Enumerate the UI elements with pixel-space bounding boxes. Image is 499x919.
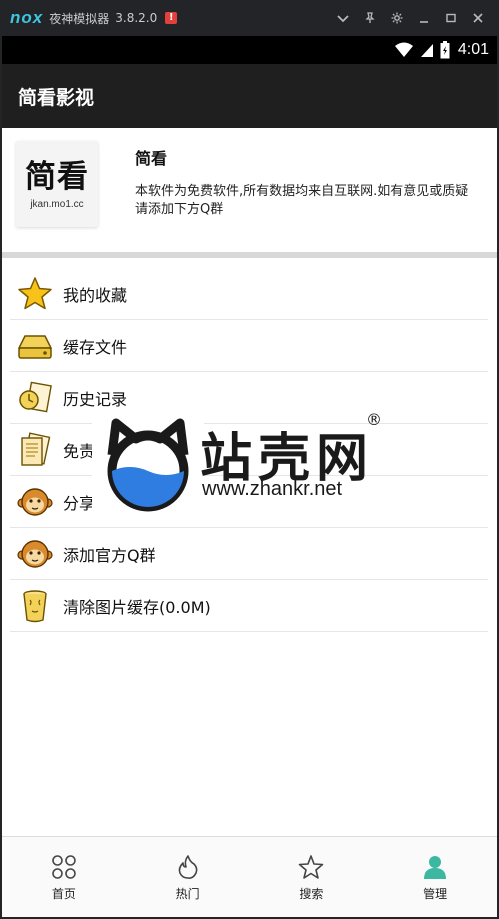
window-controls (329, 0, 491, 36)
android-status-bar: 4:01 (2, 36, 497, 64)
minimize-icon[interactable] (410, 0, 437, 36)
tab-home[interactable]: 首页 (2, 837, 126, 917)
bottom-navigation: 首页 热门 搜索 管理 (2, 836, 497, 917)
alert-icon[interactable]: ! (165, 12, 178, 24)
trash-bin-icon (16, 587, 54, 625)
app-name: 简看 (135, 149, 168, 168)
tab-manage[interactable]: 管理 (373, 837, 497, 917)
tab-label: 首页 (51, 886, 76, 901)
menu-item-disclaimer[interactable]: 免责声明 (10, 424, 488, 476)
menu-item-label: 免责声明 (63, 441, 128, 461)
menu-item-label: 清除图片缓存(0.0M) (63, 597, 211, 617)
tab-hot[interactable]: 热门 (126, 837, 250, 917)
menu-item-share[interactable]: 分享 (10, 476, 488, 528)
menu-item-favorites[interactable]: 我的收藏 (10, 268, 488, 320)
pin-icon[interactable] (356, 0, 383, 36)
battery-icon (440, 41, 450, 59)
maximize-icon[interactable] (437, 0, 464, 36)
emulator-title: 夜神模拟器 (49, 11, 110, 26)
chevron-down-icon[interactable] (329, 0, 356, 36)
status-time: 4:01 (457, 41, 489, 58)
menu-item-label: 历史记录 (63, 389, 128, 409)
emulator-version: 3.8.2.0 (115, 11, 158, 25)
page-title: 简看影视 (18, 86, 95, 109)
main-content: 简看 jkan.mo1.cc 简看 本软件为免费软件,所有数据均来自互联网.如有… (2, 128, 497, 836)
section-divider (2, 252, 497, 258)
tab-label: 热门 (175, 886, 200, 901)
menu-item-add-qq-group[interactable]: 添加官方Q群 (10, 528, 488, 580)
disk-drive-icon (16, 327, 54, 365)
star-icon (16, 275, 54, 313)
monkey-face-icon (16, 483, 54, 521)
menu-item-label: 缓存文件 (63, 337, 128, 357)
app-profile-card: 简看 jkan.mo1.cc 简看 本软件为免费软件,所有数据均来自互联网.如有… (2, 128, 497, 252)
menu-item-label: 添加官方Q群 (63, 545, 156, 565)
tab-label: 管理 (423, 886, 448, 901)
app-header: 简看影视 (2, 64, 497, 128)
home-grid-icon (50, 853, 78, 881)
emulator-logo: nox (10, 8, 44, 27)
wifi-icon (394, 42, 414, 58)
star-outline-icon (297, 853, 325, 881)
menu-item-cache-files[interactable]: 缓存文件 (10, 320, 488, 372)
close-icon[interactable] (464, 0, 491, 36)
monkey-face-icon (16, 535, 54, 573)
user-icon (421, 853, 449, 881)
settings-menu: 我的收藏 缓存文件 历史记录 免责声明 分享 添加官方Q群 清除图片缓存(0.0… (10, 268, 488, 632)
emulator-title-bar: nox 夜神模拟器 3.8.2.0 ! (0, 0, 499, 36)
app-logo: 简看 jkan.mo1.cc (16, 141, 98, 227)
app-logo-domain: jkan.mo1.cc (30, 198, 84, 210)
tab-label: 搜索 (299, 886, 324, 901)
history-clock-icon (16, 379, 54, 417)
flame-icon (174, 853, 202, 881)
app-logo-text: 简看 (25, 158, 89, 195)
menu-item-clear-image-cache[interactable]: 清除图片缓存(0.0M) (10, 580, 488, 632)
tab-search[interactable]: 搜索 (250, 837, 374, 917)
signal-icon (420, 42, 434, 58)
menu-item-history[interactable]: 历史记录 (10, 372, 488, 424)
gear-icon[interactable] (383, 0, 410, 36)
app-description: 本软件为免费软件,所有数据均来自互联网.如有意见或质疑请添加下方Q群 (135, 184, 469, 217)
menu-item-label: 我的收藏 (63, 285, 128, 305)
document-icon (16, 431, 54, 469)
menu-item-label: 分享 (63, 493, 96, 513)
